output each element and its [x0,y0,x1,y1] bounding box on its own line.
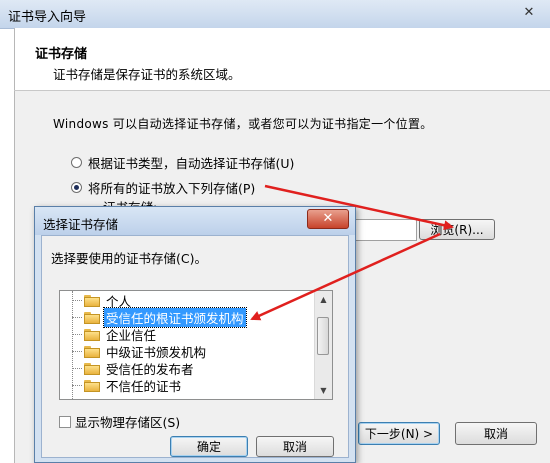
show-physical-stores-label: 显示物理存储区(S) [75,415,181,430]
scroll-up-icon[interactable]: ▲ [315,291,332,308]
tree-branch [72,333,82,336]
select-certificate-store-dialog: 选择证书存储 ✕ 选择要使用的证书存储(C)。 个人 受信任的根证书颁发机构 企… [34,206,356,463]
checkbox-icon[interactable] [59,415,71,428]
page-subheading: 证书存储是保存证书的系统区域。 [53,67,241,82]
page-heading: 证书存储 [35,47,88,62]
tree-branch [72,384,82,387]
radio-button-checked-icon[interactable] [71,182,82,193]
tree-item-trusted-publishers[interactable]: 受信任的发布者 [60,360,196,377]
next-button[interactable]: 下一步(N) > [358,422,440,445]
tree-branch [72,299,82,302]
radio-manual-label: 将所有的证书放入下列存储(P) [88,181,256,196]
radio-auto-label: 根据证书类型，自动选择证书存储(U) [88,156,295,171]
radio-auto-select[interactable]: 根据证书类型，自动选择证书存储(U) [71,153,294,172]
wizard-cancel-button[interactable]: 取消 [455,422,537,445]
certificate-store-tree[interactable]: 个人 受信任的根证书颁发机构 企业信任 中级证书颁发机构 受信任的发布者 不信任… [59,290,333,400]
tree-item-enterprise-trust[interactable]: 企业信任 [60,326,158,343]
scroll-down-icon[interactable]: ▼ [315,382,332,399]
ok-button[interactable]: 确定 [170,436,248,457]
dialog-client-area: 选择要使用的证书存储(C)。 个人 受信任的根证书颁发机构 企业信任 中级证书颁… [41,235,349,458]
tree-item-intermediate-ca[interactable]: 中级证书颁发机构 [60,343,208,360]
dialog-prompt: 选择要使用的证书存储(C)。 [51,251,207,266]
wizard-titlebar: 证书导入向导 ✕ [0,0,550,29]
folder-icon [84,328,100,341]
tree-branch [72,316,82,319]
show-physical-stores-option[interactable]: 显示物理存储区(S) [59,412,180,431]
radio-manual-select[interactable]: 将所有的证书放入下列存储(P) [71,178,255,197]
dialog-titlebar: 选择证书存储 ✕ [35,207,355,235]
tree-branch [72,367,82,370]
folder-icon [84,311,100,324]
dialog-cancel-button[interactable]: 取消 [256,436,334,457]
folder-icon [84,362,100,375]
tree-item-untrusted[interactable]: 不信任的证书 [60,377,183,394]
folder-icon [84,345,100,358]
wizard-header: 证书存储 证书存储是保存证书的系统区域。 [14,28,550,90]
tree-item-personal[interactable]: 个人 [60,292,133,309]
browse-button[interactable]: 浏览(R)... [419,219,495,240]
store-field-input[interactable] [355,219,417,241]
wizard-title: 证书导入向导 [8,10,87,25]
dialog-title: 选择证书存储 [43,217,119,232]
radio-button-icon[interactable] [71,157,82,168]
store-description: Windows 可以自动选择证书存储，或者您可以为证书指定一个位置。 [53,117,433,131]
tree-item-trusted-root[interactable]: 受信任的根证书颁发机构 [60,307,247,328]
scroll-thumb[interactable] [317,317,329,355]
wizard-close-icon[interactable]: ✕ [514,4,544,22]
tree-branch [72,350,82,353]
tree-scrollbar[interactable]: ▲ ▼ [314,291,332,399]
dialog-close-icon[interactable]: ✕ [307,209,349,229]
tree-item-label: 不信任的证书 [106,379,182,394]
folder-icon [84,379,100,392]
folder-icon [84,294,100,307]
